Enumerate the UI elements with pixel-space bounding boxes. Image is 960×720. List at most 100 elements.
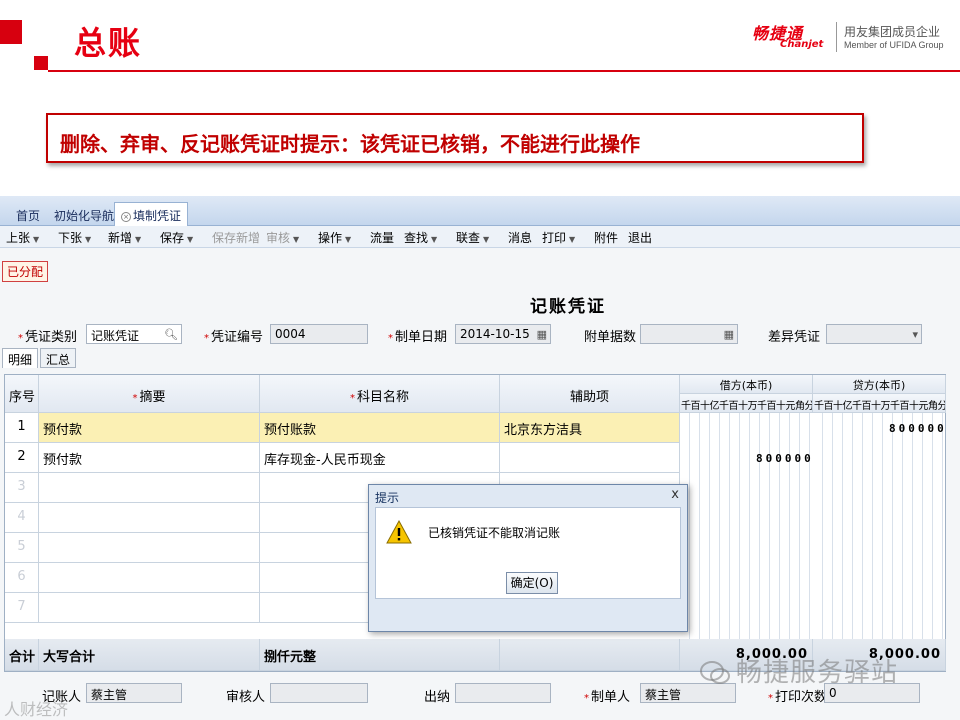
tab-fill-voucher[interactable]: × 填制凭证	[114, 202, 189, 226]
attachment-count-field[interactable]: ▦	[640, 324, 738, 344]
row-seq: 3	[5, 473, 39, 503]
voucher-title: 记账凭证	[530, 297, 606, 317]
chevron-down-icon: ▾	[912, 328, 918, 341]
chevron-down-icon: ▼	[293, 235, 300, 244]
diff-voucher-select[interactable]: ▾	[826, 324, 922, 344]
field-value: 2014-10-15	[460, 327, 530, 341]
button-label: 联查	[456, 231, 481, 245]
aux-cell[interactable]: 北京东方洁具	[500, 413, 680, 443]
label-text: 凭证编号	[211, 330, 264, 345]
voucher-app-window: 首页 初始化导航 × 填制凭证 上张 ▼ 下张 ▼ 新增 ▼ 保存 ▼ 保存新增 审核 ▼ …	[0, 196, 960, 720]
cashier-label: 出纳	[424, 690, 451, 705]
chanjet-logo: 畅捷通 Chanjet 用友集团成员企业 Member of UFIDA Gro…	[752, 20, 952, 56]
tab-init-nav[interactable]: 初始化导航	[48, 204, 120, 226]
tab-label: 初始化导航	[54, 209, 115, 223]
chevron-down-icon: ▼	[569, 235, 576, 244]
button-label: 附件	[594, 231, 619, 245]
watermark-text: 畅捷服务驿站	[736, 658, 899, 688]
review-button[interactable]: 审核 ▼	[266, 229, 299, 246]
chevron-down-icon: ▼	[345, 235, 352, 244]
required-icon: *	[768, 693, 773, 704]
notice-text: 删除、弃审、反记账凭证时提示：该凭证已核销，不能进行此操作	[60, 132, 640, 156]
button-label: 打印	[542, 231, 567, 245]
close-icon[interactable]: x	[671, 487, 679, 502]
reviewer-field	[270, 683, 368, 703]
summary-cell[interactable]	[39, 593, 260, 623]
chevron-down-icon: ▼	[33, 235, 40, 244]
add-button[interactable]: 新增 ▼	[108, 229, 141, 246]
button-label: 新增	[108, 231, 133, 245]
total-label: 合计	[5, 639, 39, 671]
digit-labels: 千百十亿千百十万千百十元角分	[814, 401, 946, 412]
toolbar: 上张 ▼ 下张 ▼ 新增 ▼ 保存 ▼ 保存新增 审核 ▼ 操作 ▼ 流量 查找 ▼ 联查 ▼ …	[0, 226, 960, 248]
row-seq: 5	[5, 533, 39, 563]
search-icon[interactable]: 🔍︎	[164, 328, 178, 341]
logo-subtitle-cn: 用友集团成员企业	[844, 25, 941, 39]
tab-label: 首页	[16, 209, 41, 223]
account-cell[interactable]: 库存现金-人民币现金	[260, 443, 500, 473]
button-label: 保存	[160, 231, 185, 245]
field-value: 蔡主管	[91, 688, 128, 702]
maker-label: * 制单人	[584, 686, 630, 705]
summary-cell[interactable]	[39, 563, 260, 593]
account-cell[interactable]: 预付账款	[260, 413, 500, 443]
subtab-detail[interactable]: 明细	[2, 348, 39, 368]
slide-title: 总账	[74, 24, 143, 62]
date-label: * 制单日期	[388, 326, 447, 345]
summary-cell[interactable]	[39, 533, 260, 563]
reviewer-label: 审核人	[226, 690, 266, 705]
voucher-number-label: * 凭证编号	[204, 326, 263, 345]
header-text: 摘要	[139, 390, 166, 405]
button-label: 保存新增	[212, 231, 261, 245]
link-query-button[interactable]: 联查 ▼	[456, 229, 489, 246]
find-button[interactable]: 查找 ▼	[404, 229, 437, 246]
date-field[interactable]: 2014-10-15 ▦	[455, 324, 551, 344]
required-icon: *	[388, 333, 393, 344]
operation-button[interactable]: 操作 ▼	[318, 229, 351, 246]
attachment-button[interactable]: 附件	[594, 229, 618, 246]
message-button[interactable]: 消息	[508, 229, 532, 246]
status-badge: 已分配	[2, 261, 49, 282]
next-button[interactable]: 下张 ▼	[58, 229, 91, 246]
close-icon[interactable]: ×	[121, 211, 131, 222]
total-caps-value: 捌仟元整	[260, 639, 500, 671]
button-label: 审核	[266, 231, 291, 245]
field-value: 蔡主管	[645, 688, 682, 702]
logo-divider	[836, 22, 837, 52]
column-header-summary: * 摘要	[39, 375, 260, 413]
summary-cell[interactable]	[39, 503, 260, 533]
save-and-add-button[interactable]: 保存新增	[212, 229, 260, 246]
debit-amount[interactable]: 800000	[756, 452, 814, 465]
summary-cell[interactable]	[39, 473, 260, 503]
required-icon: *	[18, 333, 23, 344]
credit-digit-header: 千百十亿千百十万千百十元角分	[813, 394, 946, 413]
ok-button[interactable]: 确定(O)	[506, 572, 558, 594]
notice-box: 删除、弃审、反记账凭证时提示：该凭证已核销，不能进行此操作	[46, 113, 864, 163]
voucher-number-field[interactable]: 0004	[270, 324, 368, 344]
tab-label: 填制凭证	[133, 209, 182, 223]
button-label: 下张	[58, 231, 83, 245]
prev-button[interactable]: 上张 ▼	[6, 229, 39, 246]
flow-button[interactable]: 流量	[370, 229, 394, 246]
save-button[interactable]: 保存 ▼	[160, 229, 193, 246]
summary-cell[interactable]: 预付款	[39, 413, 260, 443]
credit-amount[interactable]: 800000	[889, 422, 947, 435]
watermark-text-small: 人财经济	[4, 700, 69, 719]
exit-button[interactable]: 退出	[628, 229, 652, 246]
calendar-icon[interactable]: ▦	[537, 328, 547, 341]
calculator-icon[interactable]: ▦	[724, 328, 734, 341]
total-caps-label: 大写合计	[39, 639, 260, 671]
voucher-type-field[interactable]: 记账凭证 🔍︎	[86, 324, 182, 344]
column-header-seq: 序号	[5, 375, 39, 413]
column-header-aux: 辅助项	[500, 375, 680, 413]
row-seq: 4	[5, 503, 39, 533]
dialog-title: 提示	[375, 491, 400, 505]
header-decoration-small	[34, 56, 48, 70]
header-text: 科目名称	[356, 390, 409, 405]
print-button[interactable]: 打印 ▼	[542, 229, 575, 246]
tab-home[interactable]: 首页	[10, 204, 46, 226]
aux-cell[interactable]	[500, 443, 680, 473]
summary-cell[interactable]: 预付款	[39, 443, 260, 473]
button-label: 操作	[318, 231, 343, 245]
subtab-summary[interactable]: 汇总	[40, 348, 77, 368]
